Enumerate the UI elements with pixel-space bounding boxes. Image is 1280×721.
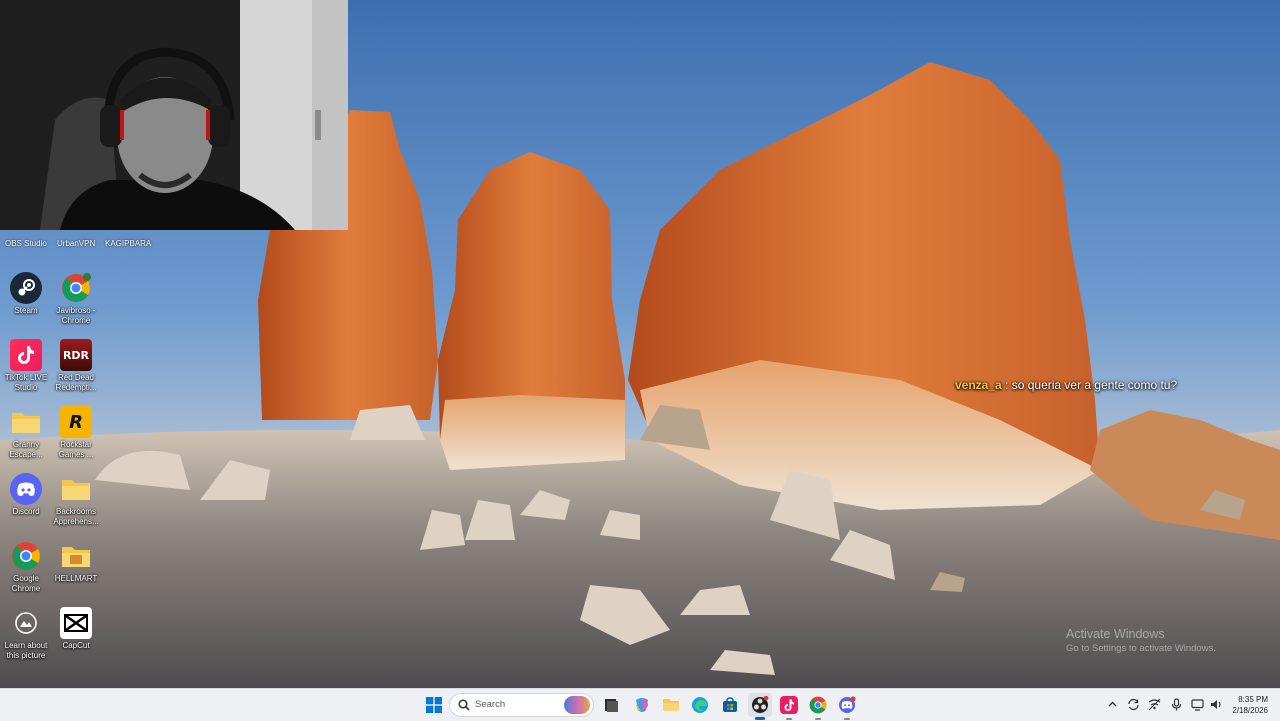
desktop-icon-red-dead[interactable]: RDR Red Dead Redempti...: [50, 339, 102, 392]
discord-icon: [10, 473, 42, 505]
start-button[interactable]: [422, 693, 446, 717]
chat-separator: :: [1001, 378, 1012, 392]
chrome-icon: [809, 696, 827, 714]
steam-icon: [10, 272, 42, 304]
desktop-icon-google-chrome[interactable]: Google Chrome: [0, 540, 52, 593]
desktop-icon-javibroso-chrome[interactable]: Javibroso - Chrome: [50, 272, 102, 325]
desktop-icon-learn-picture[interactable]: Learn about this picture: [0, 607, 52, 660]
display-icon[interactable]: [1191, 698, 1204, 711]
edge-icon: [692, 697, 708, 713]
search-placeholder: Search: [475, 699, 506, 710]
tiktok-live-icon: [10, 339, 42, 371]
tiktok-icon: [780, 696, 798, 714]
desktop-icon-discord[interactable]: Discord: [0, 473, 52, 517]
obs-icon: [752, 696, 769, 713]
clock-time: 8:35 PM: [1238, 695, 1268, 704]
search-highlight-art: [564, 696, 590, 714]
folder-icon: [10, 406, 42, 438]
desktop-icon-label: TikTok LIVE Studio: [4, 373, 48, 392]
search-icon: [458, 699, 470, 711]
desktop-icon-label: Discord: [12, 507, 40, 516]
desktop-icon-label: Granny Escape...: [9, 440, 43, 459]
taskbar-copilot[interactable]: [630, 693, 654, 717]
taskbar-clock[interactable]: 8:35 PM 2/18/2026: [1230, 694, 1268, 716]
desktop-icon-backrooms[interactable]: Backrooms Apprehens...: [50, 473, 102, 526]
chat-username: venza_a: [955, 378, 1002, 392]
desktop-icon-label: Rockstar Games ...: [58, 440, 94, 459]
webcam-overlay: [0, 0, 348, 230]
taskbar-task-view[interactable]: [599, 693, 623, 717]
taskbar-tiktok[interactable]: [777, 693, 801, 720]
desktop-icon-label: Google Chrome: [11, 574, 41, 593]
taskbar-file-explorer[interactable]: [659, 693, 683, 717]
microphone-icon[interactable]: [1170, 698, 1183, 711]
desktop-icon-rockstar[interactable]: R Rockstar Games ...: [50, 406, 102, 459]
sync-icon[interactable]: [1127, 698, 1140, 711]
chrome-icon: [60, 272, 92, 304]
desktop-icon-label-kagipbara[interactable]: KAGIPBARA: [105, 239, 151, 248]
rockstar-icon: R: [60, 406, 92, 438]
taskbar-discord[interactable]: [835, 693, 859, 720]
desktop-icon-label: Steam: [14, 306, 38, 315]
store-icon: [723, 697, 737, 712]
clock-date: 2/18/2026: [1232, 706, 1268, 715]
folder-icon: [60, 473, 92, 505]
stream-chat-message: venza_a : so queria ver a gente como tu?: [955, 378, 1177, 392]
learn-picture-icon: [10, 607, 42, 639]
desktop-icon-label-urbanvpn[interactable]: UrbanVPN: [57, 239, 95, 248]
file-explorer-icon: [605, 699, 618, 712]
desktop-icon-label: HELLMART: [54, 574, 98, 583]
capcut-icon: [60, 607, 92, 639]
desktop-icon-label: Red Dead Redempti...: [55, 373, 97, 392]
desktop-icon-hellmart[interactable]: HELLMART: [50, 540, 102, 584]
watermark-title: Activate Windows: [1066, 627, 1165, 641]
desktop-icon-capcut[interactable]: CapCut: [50, 607, 102, 651]
taskbar-search-box[interactable]: Search: [449, 693, 594, 717]
copilot-icon: [636, 698, 648, 712]
desktop-icon-granny[interactable]: Granny Escape...: [0, 406, 52, 459]
desktop-icon-steam[interactable]: Steam: [0, 272, 52, 316]
desktop-icon-tiktok-live[interactable]: TikTok LIVE Studio: [0, 339, 52, 392]
chevron-up-icon[interactable]: [1106, 698, 1119, 711]
desktop-icon-label: Backrooms Apprehens...: [53, 507, 99, 526]
taskbar: Search 8:35 PM 2/18/2026: [0, 688, 1280, 721]
taskbar-edge[interactable]: [688, 693, 712, 717]
folder-icon: [60, 540, 92, 572]
folder-icon: [663, 699, 679, 711]
activate-windows-watermark: Activate Windows Go to Settings to activ…: [1066, 627, 1216, 654]
volume-icon[interactable]: [1210, 698, 1223, 711]
desktop-icon-label: Javibroso - Chrome: [56, 306, 96, 325]
desktop-icon-label: Learn about this picture: [4, 641, 48, 660]
chat-text: so queria ver a gente como tu?: [1011, 378, 1178, 392]
desktop-icon-label: CapCut: [62, 641, 90, 650]
start-icon: [426, 697, 442, 713]
red-dead-icon: RDR: [60, 339, 92, 371]
watermark-subtitle: Go to Settings to activate Windows.: [1066, 643, 1216, 654]
taskbar-chrome[interactable]: [806, 693, 830, 720]
chrome-icon: [10, 540, 42, 572]
discord-icon: [839, 696, 856, 713]
network-icon[interactable]: [1148, 698, 1161, 711]
desktop-icon-label-obs[interactable]: OBS Studio: [5, 239, 47, 248]
taskbar-store[interactable]: [718, 693, 742, 717]
taskbar-obs[interactable]: [748, 693, 772, 720]
